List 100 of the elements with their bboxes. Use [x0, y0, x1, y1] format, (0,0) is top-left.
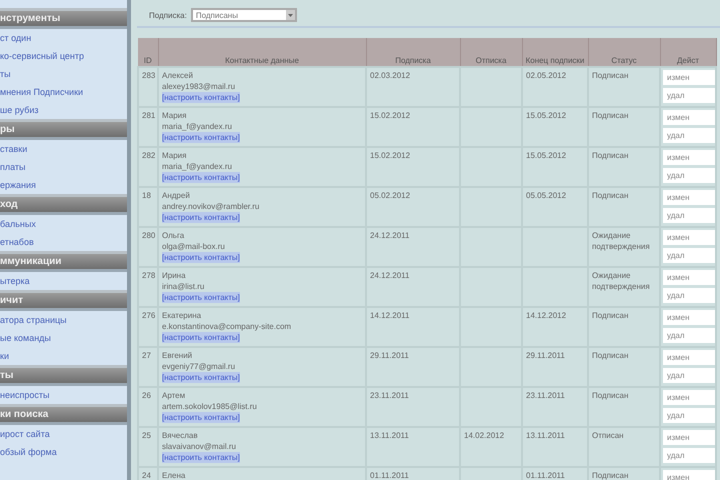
contact-email: evgeniy77@gmail.ru [162, 361, 236, 372]
sidebar-link[interactable]: етнабов [0, 233, 127, 251]
contact-email: alexey1983@mail.ru [162, 81, 236, 92]
contact-email: artem.sokolov1985@list.ru [162, 401, 258, 412]
column-header: Контактные данные [158, 38, 366, 67]
action-button[interactable]: измен [663, 110, 715, 125]
sidebar-link[interactable]: ст один [0, 29, 127, 47]
action-button[interactable]: измен [663, 390, 715, 405]
id-cell: 27 [138, 347, 158, 387]
configure-contacts-link[interactable]: [настроить контакты] [162, 332, 240, 343]
configure-contacts-link[interactable]: [настроить контакты] [162, 252, 240, 263]
sidebar-section-header: ход [0, 194, 127, 215]
status-cell: Подписан [588, 387, 660, 427]
column-header: Конец подписки [522, 38, 588, 67]
subscribed-date-cell: 05.02.2012 [366, 187, 460, 227]
sidebar-link[interactable]: бальных [0, 215, 127, 233]
column-header: Дейст [660, 38, 716, 67]
action-button[interactable]: удал [663, 328, 715, 343]
configure-contacts-link[interactable]: [настроить контакты] [162, 292, 240, 303]
id-cell: 283 [138, 67, 158, 107]
contact-name: Елена [162, 470, 186, 480]
action-button[interactable]: измен [663, 70, 715, 85]
contact-email: maria_f@yandex.ru [162, 121, 233, 132]
status-cell: Подписан [588, 147, 660, 187]
sidebar-section-header: ммуникации [0, 251, 127, 272]
sidebar-section-header: ки поиска [0, 404, 127, 425]
action-button[interactable]: измен [663, 350, 715, 365]
end-date-cell: 14.12.2012 [522, 307, 588, 347]
action-button[interactable]: измен [663, 190, 715, 205]
contact-name: Екатерина [162, 310, 202, 321]
sidebar-link[interactable]: платы [0, 158, 127, 176]
id-cell: 281 [138, 107, 158, 147]
column-header: Подписка [366, 38, 460, 67]
action-button[interactable]: удал [663, 208, 715, 223]
configure-contacts-link[interactable]: [настроить контакты] [162, 172, 240, 183]
action-button[interactable]: удал [663, 448, 715, 463]
sidebar-link[interactable]: ше рубиз [0, 101, 127, 119]
end-date-cell: 15.05.2012 [522, 147, 588, 187]
configure-contacts-link[interactable]: [настроить контакты] [162, 372, 240, 383]
id-cell: 280 [138, 227, 158, 267]
subscribed-date-cell: 14.12.2011 [366, 307, 460, 347]
action-button[interactable]: измен [663, 150, 715, 165]
status-cell: Ожидание подтверждения [588, 227, 660, 267]
sidebar-link[interactable]: мнения Подписчики [0, 83, 127, 101]
end-date-cell: 29.11.2011 [522, 347, 588, 387]
action-button[interactable]: удал [663, 168, 715, 183]
action-button[interactable]: удал [663, 128, 715, 143]
id-cell: 276 [138, 307, 158, 347]
action-button[interactable]: удал [663, 88, 715, 103]
configure-contacts-link[interactable]: [настроить контакты] [162, 92, 240, 103]
id-cell: 278 [138, 267, 158, 307]
contact-name: Андрей [162, 190, 191, 201]
contact-email: andrey.novikov@rambler.ru [162, 201, 260, 212]
filter-dropdown[interactable]: Подписаны [190, 8, 297, 22]
action-button[interactable]: удал [663, 368, 715, 383]
filter-label: Подписка: [149, 10, 187, 20]
sidebar-link[interactable]: неиспросты [0, 386, 127, 404]
configure-contacts-link[interactable]: [настроить контакты] [162, 132, 240, 143]
id-cell: 25 [138, 427, 158, 467]
configure-contacts-link[interactable]: [настроить контакты] [162, 212, 240, 223]
contact-name: Мария [162, 150, 188, 161]
status-cell: Подписан [588, 307, 660, 347]
subscribed-date-cell: 23.11.2011 [366, 387, 460, 427]
id-cell: 26 [138, 387, 158, 427]
end-date-cell: 02.05.2012 [522, 67, 588, 107]
action-button[interactable]: измен [663, 430, 715, 445]
subscribed-date-cell: 24.12.2011 [366, 227, 460, 267]
contact-name: Мария [162, 110, 188, 121]
subscribed-date-cell: 02.03.2012 [366, 67, 460, 107]
sidebar-link[interactable]: ые команды [0, 329, 127, 347]
id-cell: 24 [138, 467, 158, 480]
sidebar-link[interactable]: ержания [0, 176, 127, 194]
subscribed-date-cell: 13.11.2011 [366, 427, 460, 467]
action-button[interactable]: удал [663, 248, 715, 263]
action-button[interactable]: измен [663, 470, 715, 480]
contact-name: Евгений [162, 350, 194, 361]
sidebar-link[interactable]: ирост сайта [0, 425, 127, 443]
configure-contacts-link[interactable]: [настроить контакты] [162, 412, 240, 423]
contact-name: Ольга [162, 230, 186, 241]
action-button[interactable]: измен [663, 230, 715, 245]
sidebar-link[interactable]: ставки [0, 140, 127, 158]
configure-contacts-link[interactable]: [настроить контакты] [162, 452, 240, 463]
subscribed-date-cell: 15.02.2012 [366, 147, 460, 187]
contact-email: olga@mail-box.ru [162, 241, 226, 252]
sidebar-section-header: нструменты [0, 8, 127, 29]
action-button[interactable]: удал [663, 408, 715, 423]
contact-name: Артем [162, 390, 186, 401]
action-button[interactable]: измен [663, 270, 715, 285]
sidebar-link[interactable]: атора страницы [0, 311, 127, 329]
action-button[interactable]: удал [663, 288, 715, 303]
end-date-cell: 13.11.2011 [522, 427, 588, 467]
status-cell: Подписан [588, 187, 660, 227]
sidebar-link[interactable]: ытерка [0, 272, 127, 290]
contact-name: Вячеслав [162, 430, 199, 441]
action-button[interactable]: измен [663, 310, 715, 325]
sidebar-link[interactable]: ты [0, 65, 127, 83]
contact-email: e.konstantinova@company-site.com [162, 321, 292, 332]
sidebar-link[interactable]: ко-сервисный центр [0, 47, 127, 65]
sidebar-link[interactable]: ки [0, 347, 127, 365]
sidebar-link[interactable]: обзый форма [0, 443, 127, 461]
